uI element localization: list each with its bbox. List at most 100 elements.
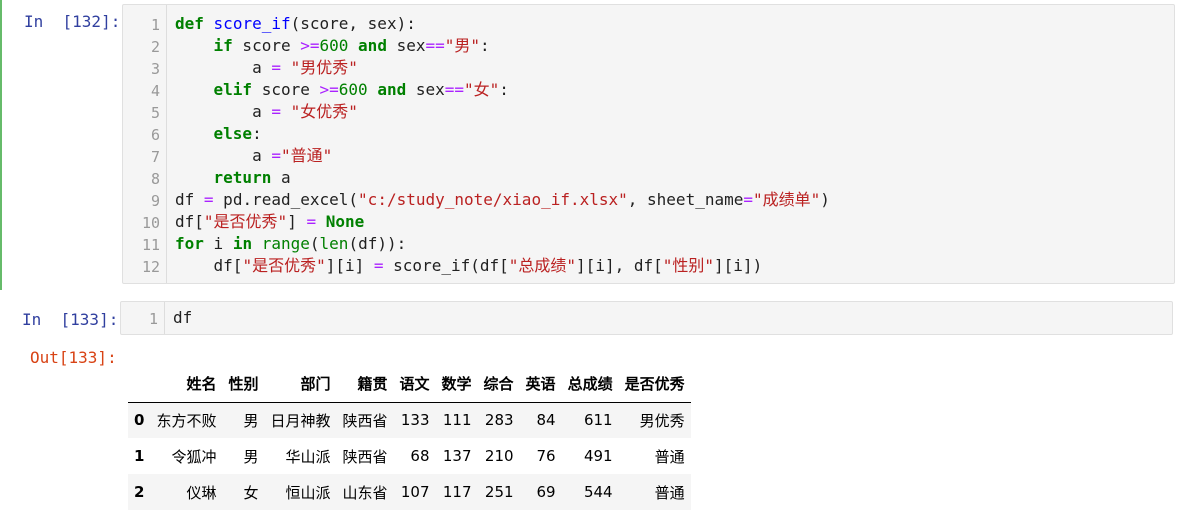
code-line[interactable]: df: [173, 307, 192, 329]
code-token: =: [373, 256, 384, 275]
code-line[interactable]: if score >=600 and sex=="男":: [175, 35, 490, 57]
code-line[interactable]: a = "女优秀": [175, 101, 358, 123]
code-token: and: [358, 36, 387, 55]
code-token: ): [820, 190, 830, 209]
row-index: 0: [134, 411, 145, 430]
code-token: =: [306, 212, 317, 231]
line-number: 12: [141, 258, 160, 276]
code-token: =: [271, 102, 281, 121]
code-line[interactable]: df["是否优秀"][i] = score_if(df["总成绩"][i], d…: [175, 255, 763, 277]
code-token: "总成绩": [508, 256, 577, 275]
table-cell: 69: [536, 483, 556, 501]
table-cell: 令狐冲: [171, 447, 217, 466]
code-cell-132[interactable]: In [132]: 1 2 3 4 5 6 7 8 9 10 11 12 def score_if(s…: [0, 0, 1200, 290]
table-cell: 女: [243, 483, 259, 502]
code-token: range: [261, 234, 310, 253]
code-line[interactable]: return a: [175, 167, 291, 189]
column-header: 数学: [435, 366, 478, 403]
table-cell: 544: [583, 483, 613, 501]
column-header: 性别: [222, 366, 265, 403]
table-cell: 普通: [654, 483, 685, 502]
code-token: return: [213, 168, 272, 187]
line-number: 1: [150, 16, 160, 34]
line-number: 5: [150, 104, 160, 122]
code-token: =: [203, 190, 214, 209]
code-token: (score, sex):: [290, 14, 416, 33]
table-cell: 东方不败: [156, 411, 217, 430]
table-cell: 137: [442, 447, 472, 465]
input-prompt: In [133]:: [22, 310, 119, 329]
code-line[interactable]: elif score >=600 and sex=="女":: [175, 79, 509, 101]
code-line[interactable]: for i in range(len(df)):: [175, 233, 406, 255]
code-token: ==: [444, 80, 465, 99]
column-header: 英语: [519, 366, 562, 403]
column-header: 姓名: [150, 366, 223, 403]
code-token: score: [252, 80, 320, 99]
code-token: "男": [444, 36, 481, 55]
code-token: len: [319, 234, 349, 253]
code-token: "成绩单": [753, 190, 821, 209]
dataframe-header-row: 姓名 性别 部门 籍贯 语文 数学 综合 英语 总成绩 是否优秀: [128, 366, 691, 403]
line-number: 4: [150, 82, 160, 100]
table-row: 1 令狐冲 男 华山派 陕西省 68 137 210 76 491 普通: [128, 438, 691, 474]
code-line[interactable]: def score_if(score, sex):: [175, 13, 416, 35]
code-token: , sheet_name: [627, 190, 744, 209]
code-token: "性别": [662, 256, 715, 275]
table-cell: 611: [583, 411, 613, 430]
code-token: =: [271, 146, 281, 165]
index-header: [128, 366, 151, 403]
line-number: 10: [141, 214, 160, 232]
code-line[interactable]: else:: [175, 123, 262, 145]
code-cell-133[interactable]: In [133]: 1 df Out[133]: 姓名 性别 部门 籍贯 语文 数学 综合英…: [0, 296, 1200, 511]
code-token: None: [325, 212, 365, 231]
table-cell: 仪琳: [186, 483, 217, 502]
code-token: def: [175, 14, 204, 33]
input-prompt: In [132]:: [24, 12, 121, 31]
code-token: pd.read_excel(: [213, 190, 359, 209]
line-number: 3: [150, 60, 160, 78]
table-cell: 251: [484, 483, 514, 501]
code-token: "c:/study_note/xiao_if.xlsx": [358, 190, 628, 209]
row-index: 2: [134, 483, 145, 501]
code-token: :: [252, 124, 262, 143]
table-cell: 陕西省: [342, 447, 388, 466]
code-editor[interactable]: 1 df: [120, 301, 1173, 335]
code-token: "是否优秀": [242, 256, 326, 275]
dataframe-body: 0 东方不败男日月神教 陕西省 133 111 283 84 611 男优秀 1 令狐冲男华山派 陕西…: [128, 402, 691, 510]
table-cell: 恒山派: [285, 483, 331, 502]
table-cell: 日月神教: [270, 411, 331, 430]
code-token: if: [213, 36, 233, 55]
line-number: 8: [150, 170, 160, 188]
code-line[interactable]: df = pd.read_excel("c:/study_note/xiao_i…: [175, 189, 830, 211]
code-line[interactable]: df["是否优秀"] = None: [175, 211, 364, 233]
code-editor[interactable]: 1 2 3 4 5 6 7 8 9 10 11 12 def score_if(score, sex)…: [122, 4, 1175, 284]
table-cell: 84: [536, 411, 556, 430]
code-token: :: [480, 36, 490, 55]
code-token: "是否优秀": [203, 212, 288, 231]
table-cell: 山东省: [342, 483, 388, 502]
code-token: sex: [406, 80, 445, 99]
code-token: df: [175, 190, 204, 209]
table-row: 0 东方不败 男日月神教 陕西省 133 111 283 84 611 男优秀: [128, 402, 691, 438]
code-line[interactable]: a ="普通": [175, 145, 332, 167]
code-token: >=: [319, 80, 339, 99]
code-token: "女": [464, 80, 500, 99]
code-token: score_if: [213, 14, 291, 33]
code-token: elif: [213, 80, 253, 99]
code-token: "普通": [280, 146, 333, 165]
code-line[interactable]: a = "男优秀": [175, 57, 358, 79]
code-token: =: [271, 58, 281, 77]
table-cell: 华山派: [285, 447, 331, 466]
code-token: a: [271, 168, 291, 187]
table-cell: 男: [243, 411, 259, 430]
code-token: in: [232, 234, 253, 253]
